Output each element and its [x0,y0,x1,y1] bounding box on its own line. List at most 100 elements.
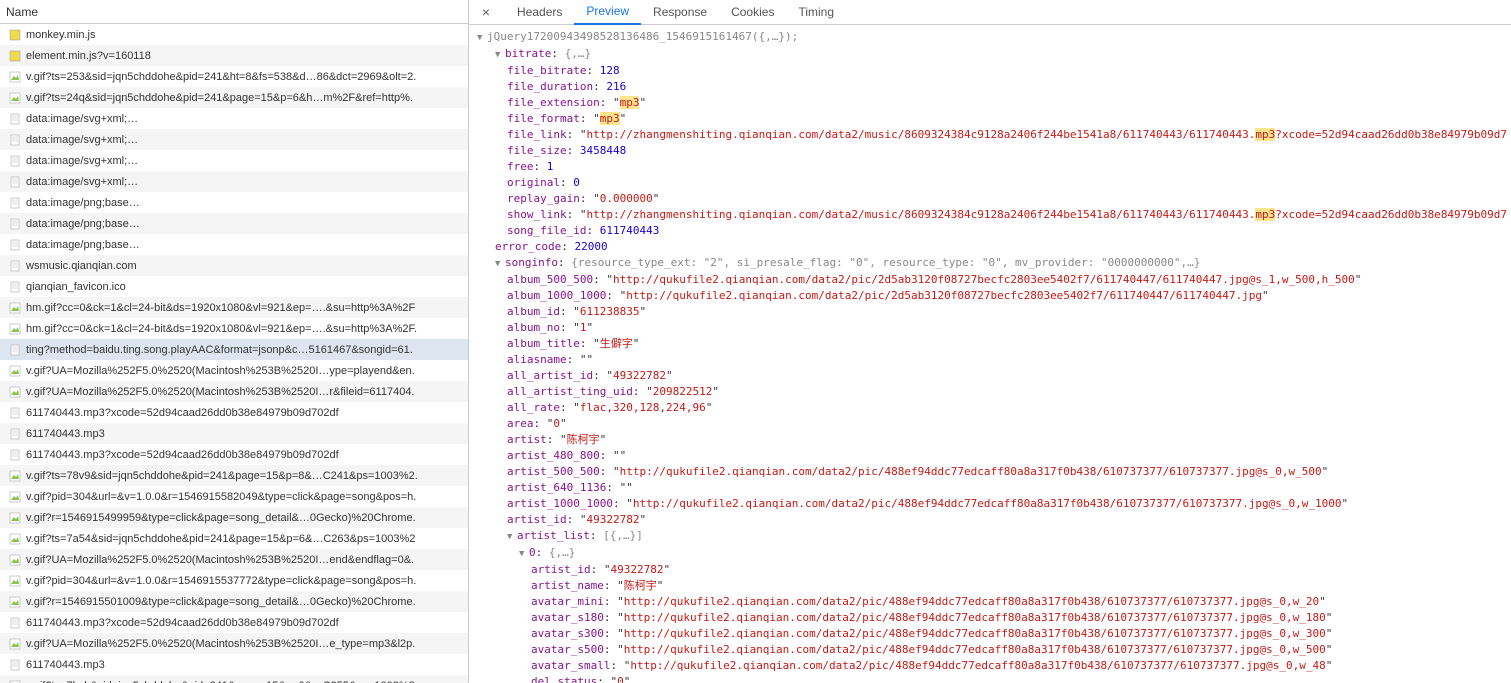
file-row[interactable]: monkey.min.js [0,24,468,45]
file-row[interactable]: v.gif?ts=253&sid=jqn5chddohe&pid=241&ht=… [0,66,468,87]
file-row[interactable]: v.gif?ts=78v9&sid=jqn5chddohe&pid=241&pa… [0,465,468,486]
img-file-icon [8,490,22,504]
json-key-song-file-id[interactable]: song_file_id: 611740443 [477,223,1503,239]
file-row[interactable]: v.gif?r=1546915501009&type=click&page=so… [0,591,468,612]
tab-response[interactable]: Response [641,0,719,25]
json-key-error-code[interactable]: error_code: 22000 [477,239,1503,255]
json-key-album-no[interactable]: album_no: "1" [477,320,1503,336]
file-row[interactable]: v.gif?UA=Mozilla%252F5.0%2520(Macintosh%… [0,549,468,570]
json-key-file-size[interactable]: file_size: 3458448 [477,143,1503,159]
file-row[interactable]: v.gif?UA=Mozilla%252F5.0%2520(Macintosh%… [0,360,468,381]
json-key-file-link[interactable]: file_link: "http://zhangmenshiting.qianq… [477,127,1503,143]
file-row[interactable]: 611740443.mp3 [0,423,468,444]
json-key-avatar-s180[interactable]: avatar_s180: "http://qukufile2.qianqian.… [477,610,1503,626]
file-row[interactable]: v.gif?pid=304&url=&v=1.0.0&r=15469155820… [0,486,468,507]
file-row[interactable]: element.min.js?v=160118 [0,45,468,66]
chevron-down-icon[interactable]: ▼ [519,546,529,562]
json-key-artist-list[interactable]: ▼artist_list: [{,…}] [477,528,1503,545]
close-icon[interactable]: × [477,3,495,21]
json-key-artist-480[interactable]: artist_480_800: "" [477,448,1503,464]
file-row[interactable]: hm.gif?cc=0&ck=1&cl=24-bit&ds=1920x1080&… [0,297,468,318]
json-key-bitrate[interactable]: ▼bitrate: {,…} [477,46,1503,63]
json-key-show-link[interactable]: show_link: "http://zhangmenshiting.qianq… [477,207,1503,223]
file-row[interactable]: v.gif?r=1546915499959&type=click&page=so… [0,507,468,528]
json-key-replay-gain[interactable]: replay_gain: "0.000000" [477,191,1503,207]
file-row[interactable]: 611740443.mp3?xcode=52d94caad26dd0b38e84… [0,612,468,633]
json-key-file-format[interactable]: file_format: "mp3" [477,111,1503,127]
img-file-icon [8,679,22,683]
tab-preview[interactable]: Preview [574,0,641,25]
preview-content[interactable]: ▼jQuery17200943498528136486_154691516146… [469,25,1511,683]
file-row[interactable]: 611740443.mp3?xcode=52d94caad26dd0b38e84… [0,402,468,423]
file-name: 611740443.mp3?xcode=52d94caad26dd0b38e84… [26,617,339,629]
json-key-al-artist-name[interactable]: artist_name: "陈柯宇" [477,578,1503,594]
json-key-del-status[interactable]: del status: "0" [477,674,1503,683]
file-row[interactable]: data:image/png;base… [0,192,468,213]
json-key-avatar-mini[interactable]: avatar_mini: "http://qukufile2.qianqian.… [477,594,1503,610]
json-key-file-duration[interactable]: file_duration: 216 [477,79,1503,95]
json-key-file-extension[interactable]: file_extension: "mp3" [477,95,1503,111]
file-row[interactable]: 611740443.mp3?xcode=52d94caad26dd0b38e84… [0,444,468,465]
img-file-icon [8,532,22,546]
file-list[interactable]: monkey.min.jselement.min.js?v=160118v.gi… [0,24,468,683]
file-row[interactable]: data:image/svg+xml;… [0,129,468,150]
file-name: ting?method=baidu.ting.song.playAAC&form… [26,344,413,356]
file-row[interactable]: qianqian_favicon.ico [0,276,468,297]
json-key-songinfo[interactable]: ▼songinfo: {resource_type_ext: "2", si_p… [477,255,1503,272]
file-row[interactable]: 611740443.mp3 [0,654,468,675]
file-row[interactable]: data:image/svg+xml;… [0,150,468,171]
file-name: v.gif?pid=304&url=&v=1.0.0&r=15469155820… [26,491,416,503]
file-name: v.gif?ts=78v9&sid=jqn5chddohe&pid=241&pa… [26,470,418,482]
file-name: 611740443.mp3?xcode=52d94caad26dd0b38e84… [26,407,339,419]
json-key-artist-1000[interactable]: artist_1000_1000: "http://qukufile2.qian… [477,496,1503,512]
img-file-icon [8,511,22,525]
json-key-aliasname[interactable]: aliasname: "" [477,352,1503,368]
json-key-all-artist-ting-uid[interactable]: all_artist_ting_uid: "209822512" [477,384,1503,400]
img-file-icon [8,364,22,378]
json-key-artist-list-0[interactable]: ▼0: {,…} [477,545,1503,562]
json-key-artist-640[interactable]: artist_640_1136: "" [477,480,1503,496]
json-key-album-title[interactable]: album_title: "生僻字" [477,336,1503,352]
file-row[interactable]: ting?method=baidu.ting.song.playAAC&form… [0,339,468,360]
chevron-down-icon[interactable]: ▼ [477,30,487,46]
file-name: data:image/svg+xml;… [26,113,138,125]
json-key-avatar-s500[interactable]: avatar_s500: "http://qukufile2.qianqian.… [477,642,1503,658]
json-key-artist-id[interactable]: artist_id: "49322782" [477,512,1503,528]
file-row[interactable]: data:image/svg+xml;… [0,108,468,129]
tab-cookies[interactable]: Cookies [719,0,786,25]
file-row[interactable]: v.gif?UA=Mozilla%252F5.0%2520(Macintosh%… [0,633,468,654]
json-key-area[interactable]: area: "0" [477,416,1503,432]
json-key-free[interactable]: free: 1 [477,159,1503,175]
file-row[interactable]: v.gif?ts=24q&sid=jqn5chddohe&pid=241&pag… [0,87,468,108]
json-key-avatar-small[interactable]: avatar_small: "http://qukufile2.qianqian… [477,658,1503,674]
file-row[interactable]: data:image/png;base… [0,213,468,234]
json-key-original[interactable]: original: 0 [477,175,1503,191]
name-column-header[interactable]: Name [0,0,468,24]
chevron-down-icon[interactable]: ▼ [495,256,505,272]
chevron-down-icon[interactable]: ▼ [507,529,517,545]
json-key-avatar-s300[interactable]: avatar_s300: "http://qukufile2.qianqian.… [477,626,1503,642]
tab-headers[interactable]: Headers [505,0,574,25]
json-key-all-artist-id[interactable]: all_artist_id: "49322782" [477,368,1503,384]
file-row[interactable]: data:image/png;base… [0,234,468,255]
file-row[interactable]: wsmusic.qianqian.com [0,255,468,276]
json-key-all-rate[interactable]: all_rate: "flac,320,128,224,96" [477,400,1503,416]
file-name: data:image/png;base… [26,197,140,209]
json-key-al-artist-id[interactable]: artist_id: "49322782" [477,562,1503,578]
chevron-down-icon[interactable]: ▼ [495,47,505,63]
file-row[interactable]: data:image/svg+xml;… [0,171,468,192]
json-key-file-bitrate[interactable]: file_bitrate: 128 [477,63,1503,79]
json-key-artist-500[interactable]: artist_500_500: "http://qukufile2.qianqi… [477,464,1503,480]
json-key-artist[interactable]: artist: "陈柯宇" [477,432,1503,448]
doc-file-icon [8,406,22,420]
file-row[interactable]: hm.gif?cc=0&ck=1&cl=24-bit&ds=1920x1080&… [0,318,468,339]
json-key-album-id[interactable]: album_id: "611238835" [477,304,1503,320]
file-row[interactable]: v.gif?UA=Mozilla%252F5.0%2520(Macintosh%… [0,381,468,402]
json-key-album-500[interactable]: album_500_500: "http://qukufile2.qianqia… [477,272,1503,288]
tab-timing[interactable]: Timing [786,0,846,25]
file-row[interactable]: v.gif?ts=7bzb&sid=jqn5chddohe&pid=241&pa… [0,675,468,683]
file-row[interactable]: v.gif?pid=304&url=&v=1.0.0&r=15469155377… [0,570,468,591]
json-root[interactable]: ▼jQuery17200943498528136486_154691516146… [477,29,1503,46]
json-key-album-1000[interactable]: album_1000_1000: "http://qukufile2.qianq… [477,288,1503,304]
file-row[interactable]: v.gif?ts=7a54&sid=jqn5chddohe&pid=241&pa… [0,528,468,549]
